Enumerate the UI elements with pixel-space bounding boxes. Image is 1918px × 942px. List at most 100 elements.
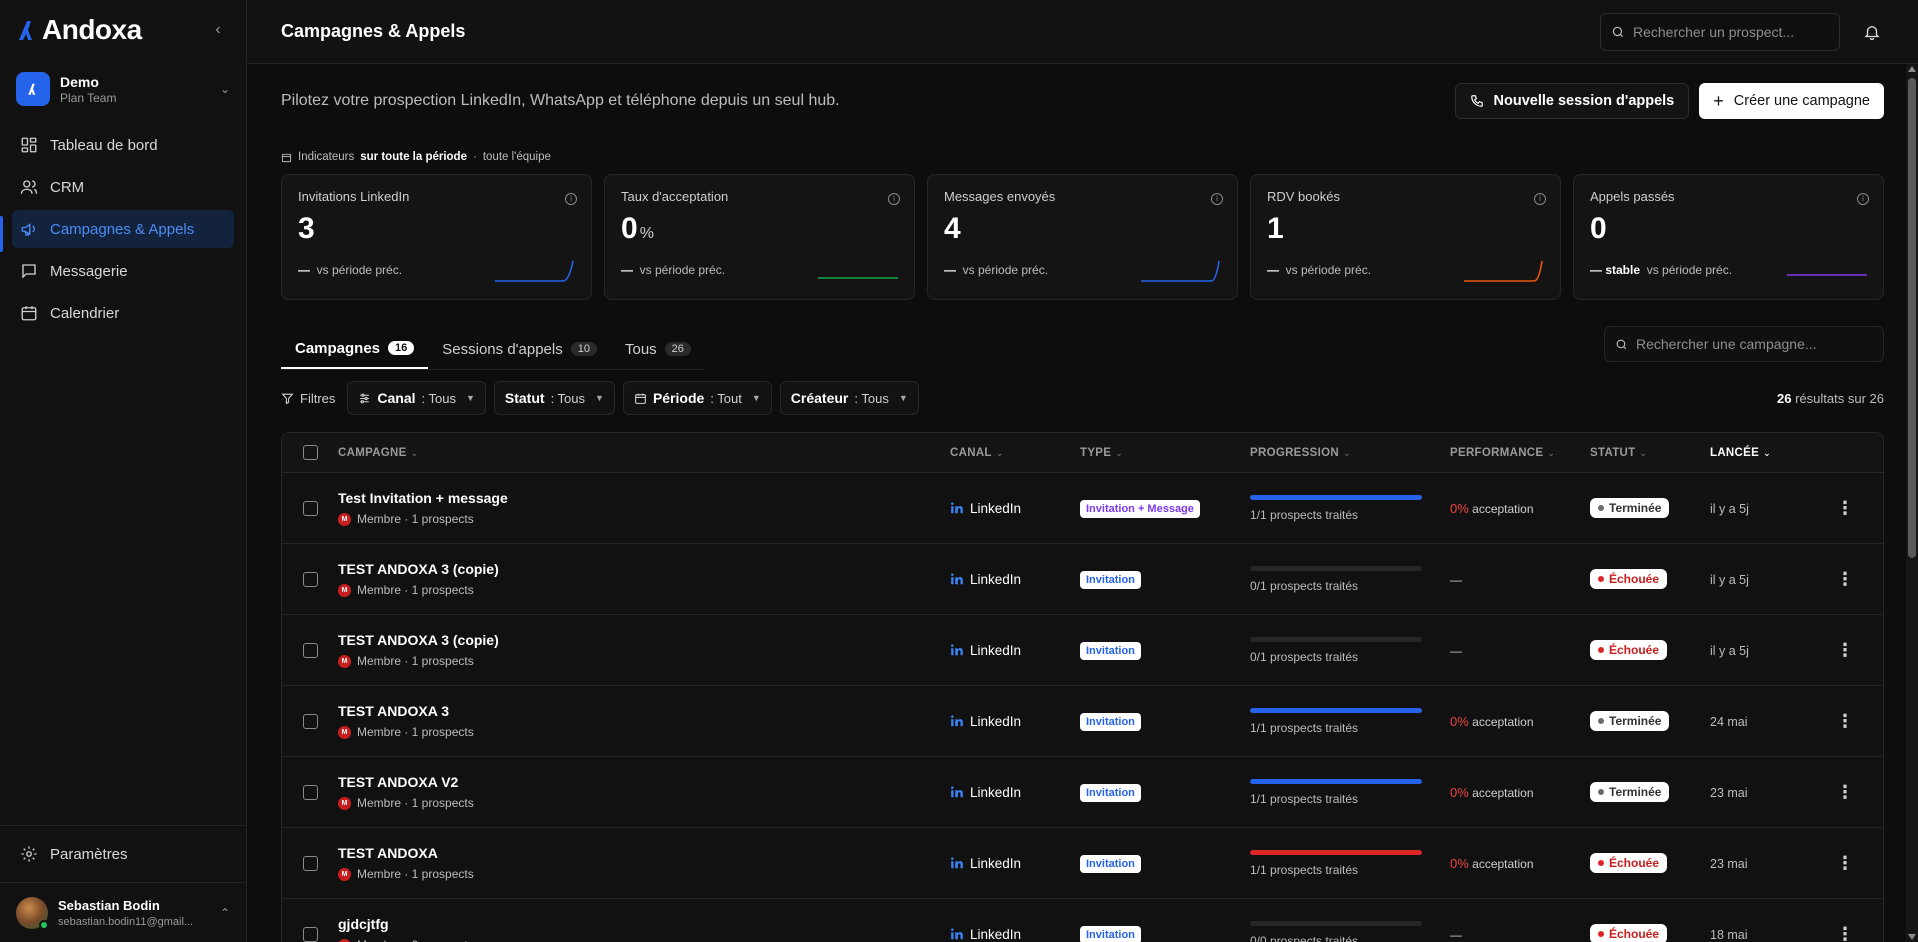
nav-item-messaging[interactable]: Messagerie: [12, 252, 234, 290]
launched-date: 23 mai: [1710, 857, 1748, 871]
campaign-name[interactable]: Test Invitation + message: [338, 490, 950, 506]
row-checkbox[interactable]: [302, 855, 318, 871]
table-row[interactable]: Test Invitation + message M Membre · 1 pro…: [282, 473, 1883, 544]
filter-createur[interactable]: Créateur: Tous ▼: [779, 381, 919, 415]
settings-link[interactable]: Paramètres: [0, 826, 246, 882]
scroll-up-icon[interactable]: [1908, 66, 1916, 72]
col-performance[interactable]: PERFORMANCE ⌄: [1450, 447, 1590, 459]
campaign-name[interactable]: gjdcjtfg: [338, 916, 950, 932]
more-options-icon[interactable]: ⋮: [1836, 641, 1854, 659]
more-options-icon[interactable]: ⋮: [1836, 854, 1854, 872]
more-options-icon[interactable]: ⋮: [1836, 499, 1854, 517]
table-row[interactable]: gjdcjtfg MMembre · 0 prospectsLinkedInInv…: [282, 899, 1883, 942]
nav-item-crm[interactable]: CRM: [12, 168, 234, 206]
chevron-down-icon: ⌄: [219, 82, 230, 96]
plus-icon: +: [1713, 91, 1724, 111]
workspace-name: Demo: [60, 73, 99, 90]
table-body: Test Invitation + message M Membre · 1 pro…: [282, 473, 1883, 942]
tab-count: 10: [570, 342, 597, 356]
more-options-icon[interactable]: ⋮: [1836, 783, 1854, 801]
kpi-card: Appels passés i 0 — stable vs période pr…: [1573, 174, 1884, 300]
info-icon[interactable]: i: [565, 193, 577, 205]
campaign-name[interactable]: TEST ANDOXA 3 (copie): [338, 632, 950, 648]
col-campaign[interactable]: CAMPAGNE ⌄: [338, 447, 950, 459]
more-options-icon[interactable]: ⋮: [1836, 925, 1854, 942]
nav-item-calendar[interactable]: Calendrier: [12, 294, 234, 332]
campaign-meta: M Membre · 1 prospects: [338, 654, 950, 668]
kpi-value: 0%: [621, 212, 654, 245]
tab-all[interactable]: Tous 26: [611, 329, 705, 369]
member-avatar-icon: M: [338, 796, 351, 810]
member-avatar-icon: M: [338, 938, 351, 942]
kpi-sparkline: [818, 277, 898, 279]
row-checkbox[interactable]: [302, 926, 318, 942]
channel: LinkedIn: [950, 501, 1080, 516]
scroll-thumb[interactable]: [1908, 78, 1916, 558]
table-row[interactable]: TEST ANDOXA 3 (copie) M Membre · 1 prospec…: [282, 544, 1883, 615]
campaign-name[interactable]: TEST ANDOXA V2: [338, 774, 950, 790]
campaign-search-input[interactable]: Rechercher une campagne...: [1604, 326, 1884, 362]
page-title: Campagnes & Appels: [281, 21, 466, 41]
more-options-icon[interactable]: ⋮: [1836, 570, 1854, 588]
indicators-prefix: Indicateurs: [298, 151, 355, 163]
search-icon: [1616, 339, 1627, 349]
kpi-foot: — vs période préc.: [1267, 263, 1372, 277]
row-checkbox[interactable]: [302, 500, 318, 516]
campaign-name[interactable]: TEST ANDOXA 3 (copie): [338, 561, 950, 577]
table-row[interactable]: TEST ANDOXA M Membre · 1 prospects LinkedIn…: [282, 828, 1883, 899]
filter-statut[interactable]: Statut: Tous ▼: [493, 381, 615, 415]
col-status[interactable]: STATUT ⌄: [1590, 447, 1710, 459]
col-launched[interactable]: LANCÉE ⌄: [1710, 447, 1825, 459]
table-header: CAMPAGNE ⌄ CANAL ⌄ TYPE ⌄ PROGRESSION ⌄ PERF…: [282, 433, 1883, 473]
create-campaign-button[interactable]: + Créer une campagne: [1699, 83, 1884, 119]
campaigns-table: CAMPAGNE ⌄ CANAL ⌄ TYPE ⌄ PROGRESSION ⌄ PERF…: [281, 432, 1884, 942]
row-checkbox[interactable]: [302, 642, 318, 658]
indicators-period[interactable]: sur toute la période: [360, 151, 467, 163]
row-checkbox[interactable]: [302, 571, 318, 587]
nav-item-campaigns[interactable]: Campagnes & Appels: [12, 210, 234, 248]
info-icon[interactable]: i: [1857, 193, 1869, 205]
campaign-name[interactable]: TEST ANDOXA 3: [338, 703, 950, 719]
kpi-value: 0: [1590, 212, 1607, 245]
collapse-sidebar-icon[interactable]: ‹: [206, 21, 230, 39]
col-type[interactable]: TYPE ⌄: [1080, 447, 1250, 459]
filter-canal[interactable]: Canal: Tous ▼: [347, 381, 486, 415]
tab-call-sessions[interactable]: Sessions d'appels 10: [428, 329, 611, 369]
status-badge: Échouée: [1590, 853, 1668, 873]
kpi-label: Invitations LinkedIn: [298, 189, 410, 204]
row-checkbox[interactable]: [302, 784, 318, 800]
row-checkbox[interactable]: [302, 713, 318, 729]
info-icon[interactable]: i: [1211, 193, 1223, 205]
indicators-scope-label[interactable]: toute l'équipe: [483, 151, 551, 163]
workspace-switcher[interactable]: Demo Plan Team ⌄: [16, 68, 230, 110]
indicators-scope: Indicateurs sur toute la période · toute…: [281, 146, 1884, 168]
kpi-label: Appels passés: [1590, 189, 1675, 204]
campaign-name[interactable]: TEST ANDOXA: [338, 845, 950, 861]
app-logo[interactable]: Andoxa: [16, 14, 142, 46]
col-progression[interactable]: PROGRESSION ⌄: [1250, 447, 1450, 459]
chevron-up-icon: ⌃: [219, 905, 230, 920]
kpi-foot: — vs période préc.: [621, 263, 726, 277]
more-options-icon[interactable]: ⋮: [1836, 712, 1854, 730]
nav-item-dashboard[interactable]: Tableau de bord: [12, 126, 234, 164]
new-call-session-button[interactable]: Nouvelle session d'appels: [1454, 83, 1690, 119]
tab-campaigns[interactable]: Campagnes 16: [281, 329, 429, 369]
info-icon[interactable]: i: [1534, 193, 1546, 205]
kpi-sparkline: [495, 260, 574, 282]
select-all-checkbox[interactable]: [302, 445, 318, 460]
scroll-down-icon[interactable]: [1908, 934, 1916, 940]
prospect-search-input[interactable]: Rechercher un prospect...: [1600, 12, 1840, 51]
member-avatar-icon: M: [338, 512, 351, 526]
performance: —: [1450, 927, 1462, 942]
filter-periode[interactable]: Période: Tout ▼: [622, 381, 772, 415]
table-row[interactable]: TEST ANDOXA 3 M Membre · 1 prospects Linked…: [282, 686, 1883, 757]
user-menu[interactable]: Sebastian Bodin sebastian.bodin11@gmail.…: [0, 882, 246, 942]
page-scrollbar[interactable]: [1906, 64, 1918, 942]
notifications-button[interactable]: [1860, 20, 1884, 44]
table-row[interactable]: TEST ANDOXA 3 (copie) M Membre · 1 prospec…: [282, 615, 1883, 686]
info-icon[interactable]: i: [888, 193, 900, 205]
main-area: Campagnes & Appels Rechercher un prospec…: [247, 0, 1918, 942]
filters-label[interactable]: Filtres: [281, 391, 335, 406]
col-canal[interactable]: CANAL ⌄: [950, 447, 1080, 459]
table-row[interactable]: TEST ANDOXA V2 M Membre · 1 prospects Linke…: [282, 757, 1883, 828]
